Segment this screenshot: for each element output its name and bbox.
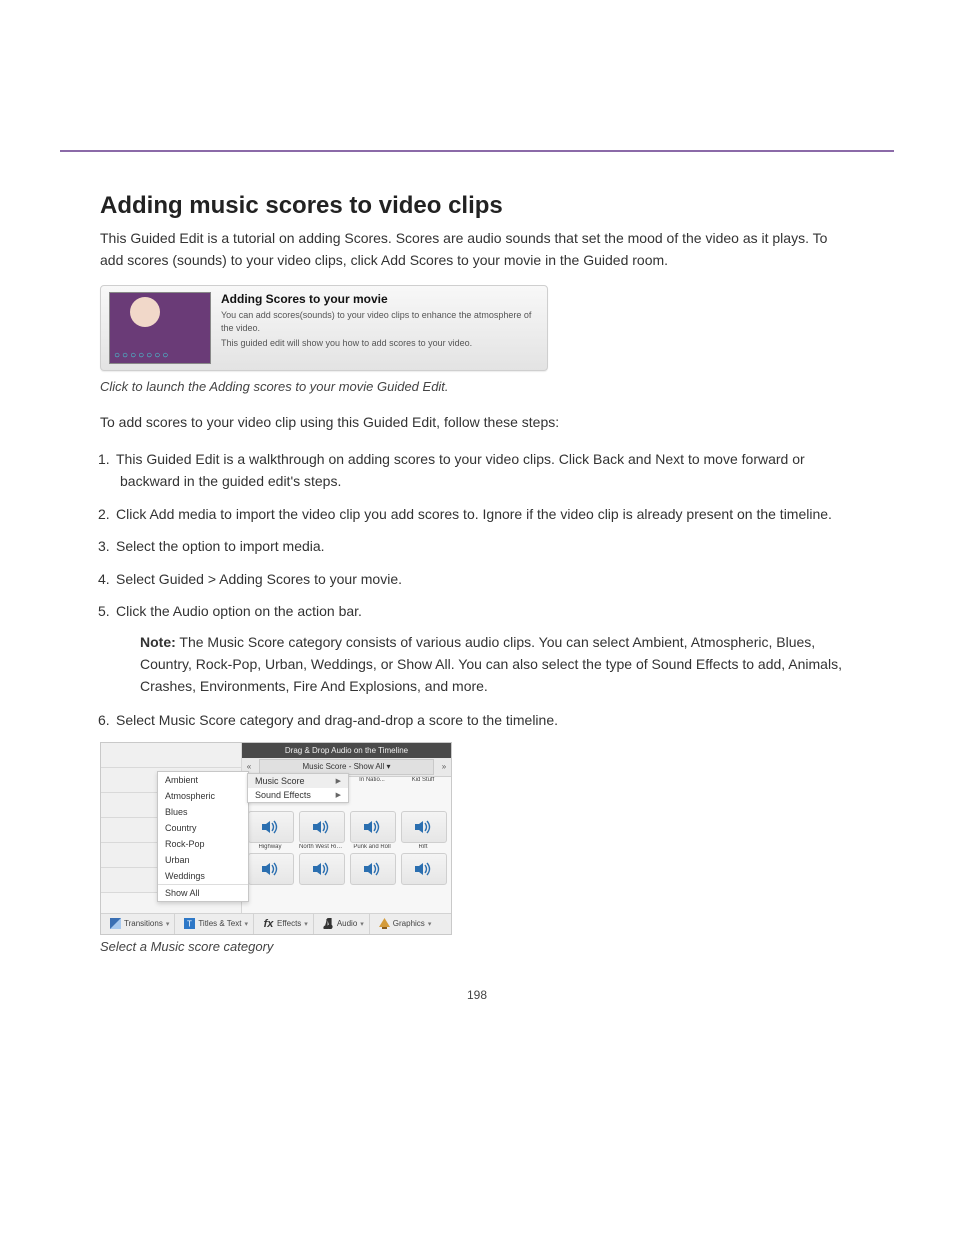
score-item[interactable]: North West Rid...: [299, 811, 343, 850]
dropdown-item-music-score[interactable]: Music Score▶: [248, 774, 348, 788]
panel-header: Drag & Drop Audio on the Timeline: [242, 743, 451, 758]
tab-transitions[interactable]: Transitions▾: [105, 914, 175, 934]
speaker-icon: [363, 862, 383, 876]
intro-paragraph: This Guided Edit is a tutorial on adding…: [100, 228, 854, 271]
speaker-icon: [312, 862, 332, 876]
score-item[interactable]: Highway: [248, 811, 292, 850]
submenu-item[interactable]: Blues: [158, 804, 248, 820]
figure-caption-1: Click to launch the Adding scores to you…: [100, 379, 854, 394]
dropdown-item-sound-effects[interactable]: Sound Effects▶: [248, 788, 348, 802]
submenu-item[interactable]: Show All: [158, 884, 248, 901]
tab-titles-text[interactable]: T Titles & Text▾: [179, 914, 254, 934]
score-item[interactable]: [299, 853, 343, 885]
speaker-icon: [414, 862, 434, 876]
submenu-item[interactable]: Atmospheric: [158, 788, 248, 804]
effects-icon: fx: [263, 918, 274, 929]
submenu-item[interactable]: Rock-Pop: [158, 836, 248, 852]
audio-type-dropdown[interactable]: Music Score▶ Sound Effects▶: [247, 773, 349, 803]
score-item[interactable]: [248, 853, 292, 885]
audio-icon: [323, 918, 334, 929]
music-score-panel: Ambient Atmospheric Blues Country Rock-P…: [100, 742, 452, 935]
submenu-item[interactable]: Weddings: [158, 868, 248, 884]
tab-audio[interactable]: Audio▾: [318, 914, 370, 934]
score-item[interactable]: Rift: [401, 811, 445, 850]
note-label: Note:: [140, 634, 176, 650]
page-number: 198: [0, 988, 954, 1002]
speaker-icon: [312, 820, 332, 834]
score-item[interactable]: [401, 853, 445, 885]
step-4: 4.Select Guided > Adding Scores to your …: [120, 568, 854, 590]
action-bar: Transitions▾ T Titles & Text▾ fx Effects…: [101, 913, 451, 934]
guided-edit-thumbnail: [109, 292, 211, 364]
note-text: The Music Score category consists of var…: [140, 634, 842, 693]
tab-graphics[interactable]: Graphics▾: [374, 914, 437, 934]
step-1: 1.This Guided Edit is a walkthrough on a…: [120, 448, 854, 493]
score-item[interactable]: In Natio...: [350, 776, 394, 808]
speaker-icon: [261, 862, 281, 876]
guided-card-desc2: This guided edit will show you how to ad…: [221, 337, 539, 349]
guided-card-desc1: You can add scores(sounds) to your video…: [221, 309, 539, 333]
score-item[interactable]: Punk and Roll: [350, 811, 394, 850]
next-page-icon[interactable]: »: [437, 762, 451, 771]
score-item[interactable]: [350, 853, 394, 885]
note-block: Note: The Music Score category consists …: [140, 632, 854, 697]
submenu-item[interactable]: Ambient: [158, 772, 248, 788]
svg-text:T: T: [187, 920, 192, 929]
step-2: 2.Click Add media to import the video cl…: [120, 503, 854, 525]
guided-card-title: Adding Scores to your movie: [221, 292, 539, 306]
titles-icon: T: [184, 918, 195, 929]
top-divider: [60, 150, 894, 152]
figure-caption-2: Select a Music score category: [100, 939, 854, 954]
submenu-item[interactable]: Urban: [158, 852, 248, 868]
step-6: 6.Select Music Score category and drag-a…: [120, 709, 854, 731]
graphics-icon: [379, 918, 390, 929]
score-item[interactable]: Kid Stuff: [401, 776, 445, 808]
step-5: 5.Click the Audio option on the action b…: [120, 600, 854, 622]
tab-effects[interactable]: fx Effects▾: [258, 914, 314, 934]
step-3: 3.Select the option to import media.: [120, 535, 854, 557]
steps-intro: To add scores to your video clip using t…: [100, 412, 854, 434]
transitions-icon: [110, 918, 121, 929]
speaker-icon: [261, 820, 281, 834]
speaker-icon: [414, 820, 434, 834]
section-title: Adding music scores to video clips: [100, 192, 894, 220]
speaker-icon: [363, 820, 383, 834]
category-submenu[interactable]: Ambient Atmospheric Blues Country Rock-P…: [157, 771, 249, 902]
guided-edit-card[interactable]: Adding Scores to your movie You can add …: [100, 285, 548, 371]
submenu-item[interactable]: Country: [158, 820, 248, 836]
